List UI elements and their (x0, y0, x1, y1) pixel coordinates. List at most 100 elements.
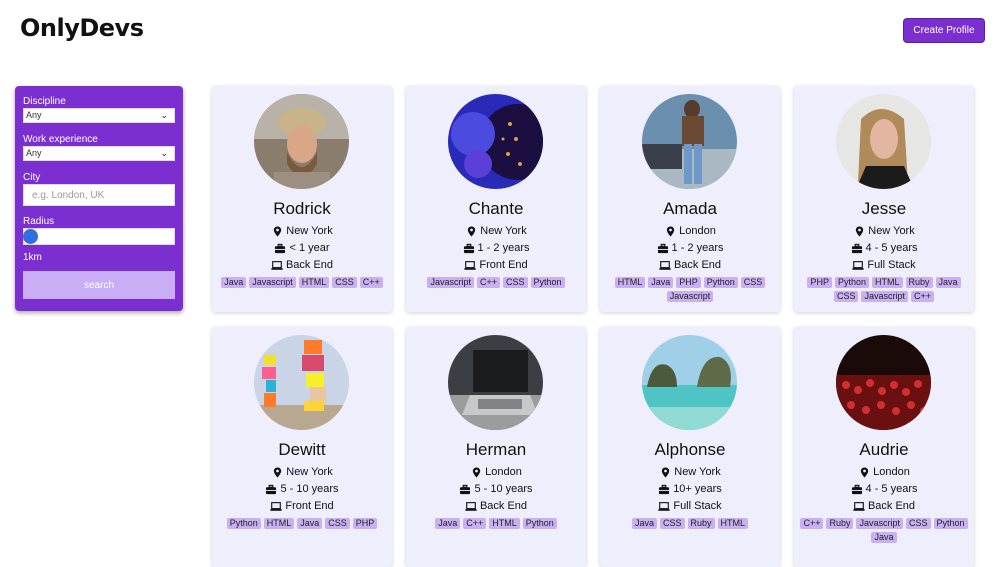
profile-discipline: Back End (794, 500, 974, 512)
skill-tag: C++ (911, 291, 935, 302)
profile-card[interactable]: Rodrick New York < 1 year Back End Java J… (212, 86, 392, 312)
laptop-icon (658, 500, 670, 512)
discipline-text: Back End (479, 500, 528, 512)
briefcase-icon (459, 483, 471, 495)
city-text: London (485, 466, 522, 478)
profile-card[interactable]: Herman London 5 - 10 years Back End Java… (406, 327, 586, 567)
skill-tag: Ruby (687, 518, 715, 529)
discipline-text: Back End (673, 259, 722, 271)
laptop-icon (465, 500, 477, 512)
skill-tag: Javascript (427, 277, 474, 288)
skill-tag: CSS (740, 277, 766, 288)
discipline-text: Full Stack (673, 500, 722, 512)
skill-tag: C++ (359, 277, 383, 288)
avatar (642, 94, 737, 189)
city-input[interactable]: e.g. London, UK (23, 184, 175, 206)
experience-select[interactable]: Any ⌄ (23, 146, 175, 161)
experience-text: 1 - 2 years (477, 242, 530, 254)
search-button[interactable]: search (23, 271, 175, 299)
filter-panel: Discipline Any ⌄ Work experience Any ⌄ C… (15, 86, 183, 311)
profile-discipline: Back End (406, 500, 586, 512)
experience-text: 10+ years (673, 483, 722, 495)
skill-tag: C++ (476, 277, 500, 288)
skill-tags: PHP Python HTML Ruby Java CSS Javascript C++ (800, 277, 968, 302)
discipline-select-value: Any (26, 110, 42, 120)
profile-card[interactable]: Alphonse New York 10+ years Full Stack J… (600, 327, 780, 567)
skill-tag: HTML (489, 518, 520, 529)
profile-experience: 5 - 10 years (406, 483, 586, 495)
skill-tag: HTML (872, 277, 903, 288)
discipline-text: Back End (285, 259, 334, 271)
avatar (254, 335, 349, 430)
profile-experience: < 1 year (212, 242, 392, 254)
skill-tag: PHP (352, 518, 378, 529)
city-text: New York (286, 225, 333, 237)
briefcase-icon (658, 483, 670, 495)
skill-tags: Javascript C++ CSS Python (412, 277, 580, 288)
map-pin-icon (659, 466, 671, 478)
avatar (254, 94, 349, 189)
profile-city: New York (794, 225, 974, 237)
profile-name: Chante (468, 199, 524, 218)
skill-tag: HTML (263, 518, 295, 529)
profile-card[interactable]: Jesse New York 4 - 5 years Full Stack PH… (794, 86, 974, 312)
discipline-label: Discipline (23, 96, 66, 107)
radius-slider[interactable] (23, 228, 175, 245)
experience-label: Work experience (23, 134, 98, 145)
radius-slider-handle[interactable] (23, 229, 38, 244)
experience-text: < 1 year (289, 242, 330, 254)
profile-city: New York (212, 466, 392, 478)
skill-tag: Java (297, 518, 323, 529)
radius-label: Radius (23, 216, 55, 227)
skill-tag: CSS (659, 518, 685, 529)
avatar (448, 335, 543, 430)
skill-tag: Javascript (249, 277, 296, 288)
skill-tag: CSS (325, 518, 350, 529)
avatar (642, 335, 737, 430)
discipline-select[interactable]: Any ⌄ (23, 108, 175, 123)
chevron-down-icon: ⌄ (160, 148, 168, 158)
map-pin-icon (271, 466, 283, 478)
profile-city: New York (600, 466, 780, 478)
map-pin-icon (664, 225, 676, 237)
skill-tag: CSS (833, 291, 859, 302)
profile-discipline: Full Stack (600, 500, 780, 512)
skill-tag: Ruby (905, 277, 933, 288)
laptop-icon (659, 259, 671, 271)
laptop-icon (852, 259, 864, 271)
experience-text: 5 - 10 years (280, 483, 339, 495)
profile-card[interactable]: Dewitt New York 5 - 10 years Front End P… (212, 327, 392, 567)
map-pin-icon (853, 225, 865, 237)
profile-card[interactable]: Chante New York 1 - 2 years Front End Ja… (406, 86, 586, 312)
profile-card[interactable]: Audrie London 4 - 5 years Back End C++ Ru… (794, 327, 974, 567)
profile-experience: 5 - 10 years (212, 483, 392, 495)
discipline-text: Front End (479, 259, 528, 271)
skill-tag: Java (871, 532, 897, 543)
experience-text: 4 - 5 years (865, 483, 918, 495)
skill-tag: Javascript (856, 518, 903, 529)
skill-tag: PHP (807, 277, 832, 288)
briefcase-icon (657, 242, 669, 254)
experience-text: 1 - 2 years (671, 242, 724, 254)
skill-tags: Java CSS Ruby HTML (606, 518, 774, 529)
profile-experience: 10+ years (600, 483, 780, 495)
skill-tags: Python HTML Java CSS PHP (218, 518, 386, 529)
logo[interactable]: OnlyDevs (20, 14, 144, 42)
laptop-icon (270, 500, 282, 512)
city-text: New York (868, 225, 915, 237)
create-profile-button[interactable]: Create Profile (903, 18, 985, 43)
profile-name: Amada (663, 199, 717, 218)
chevron-down-icon: ⌄ (160, 110, 168, 120)
city-text: New York (674, 466, 721, 478)
profile-city: New York (406, 225, 586, 237)
map-pin-icon (465, 225, 477, 237)
laptop-icon (464, 259, 476, 271)
skill-tag: Javascript (861, 291, 908, 302)
discipline-text: Full Stack (867, 259, 916, 271)
skill-tag: HTML (717, 518, 749, 529)
profile-city: London (600, 225, 780, 237)
profile-experience: 4 - 5 years (794, 483, 974, 495)
profile-card[interactable]: Amada London 1 - 2 years Back End HTML Ja… (600, 86, 780, 312)
avatar (836, 335, 931, 430)
skill-tag: Python (530, 277, 565, 288)
